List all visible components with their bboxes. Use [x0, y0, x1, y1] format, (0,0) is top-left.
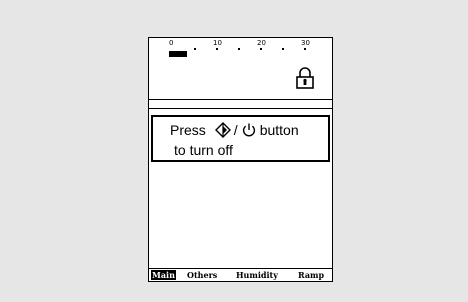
message-box: Press / button to turn off [151, 115, 330, 162]
message-suffix: button [259, 122, 299, 138]
start-stop-icon [214, 122, 231, 138]
divider-line [149, 108, 332, 109]
tab-humidity[interactable]: Humidity [236, 270, 278, 280]
tab-others[interactable]: Others [187, 270, 217, 280]
scale-major-tick [304, 48, 306, 50]
scale-major-tick [260, 48, 262, 50]
scale-tick-10: 10 [213, 39, 222, 47]
divider-line [149, 99, 332, 100]
level-scale: 0 10 20 30 [149, 38, 332, 68]
message-slash: / [233, 122, 238, 138]
scale-minor-tick [238, 48, 240, 50]
message-line-1: Press / button [170, 122, 299, 138]
scale-tick-20: 20 [257, 39, 266, 47]
tab-ramp[interactable]: Ramp [298, 270, 324, 280]
scale-tick-30: 30 [301, 39, 310, 47]
tab-bar: Main Others Humidity Ramp [149, 268, 332, 281]
scale-tick-0: 0 [169, 39, 174, 47]
device-screen: 0 10 20 30 Press / button to turn off Ma… [148, 37, 333, 282]
scale-minor-tick [282, 48, 284, 50]
scale-major-tick [216, 48, 218, 50]
level-bar [169, 51, 187, 57]
tab-main[interactable]: Main [151, 270, 176, 280]
lock-icon [296, 67, 314, 89]
power-icon [242, 123, 255, 137]
message-prefix: Press [170, 122, 206, 138]
scale-minor-tick [194, 48, 196, 50]
message-line-2: to turn off [174, 142, 233, 158]
